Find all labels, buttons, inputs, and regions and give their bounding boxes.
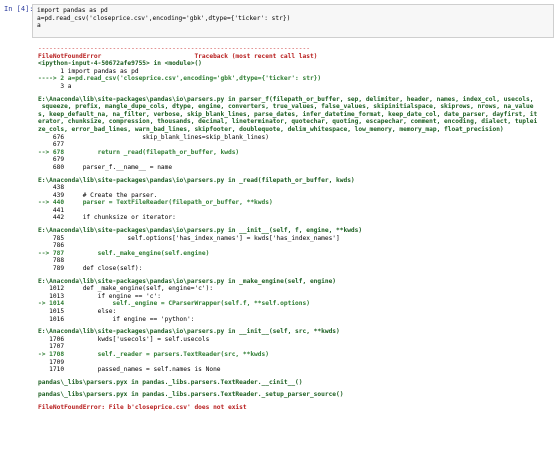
code-line: import pandas as pd (37, 7, 108, 14)
traceback-line: ----> 2 a=pd.read_csv('closeprice.csv',e… (38, 75, 322, 83)
traceback-line: FileNotFoundError: File b'closeprice.csv… (38, 403, 247, 411)
cell-output-traceback: ----------------------------------------… (38, 45, 554, 412)
traceback-line: 786 (38, 242, 65, 250)
traceback-line: 1 import pandas as pd (38, 67, 139, 75)
traceback-line: <ipython-input-4-50672afe9755> in <modul… (38, 60, 202, 68)
traceback-line: pandas\_libs\parsers.pyx in pandas._libs… (38, 378, 303, 386)
traceback-line: 1706 kwds['usecols'] = self.usecols (38, 335, 210, 343)
traceback-line: 1709 (38, 358, 65, 366)
traceback-line: E:\Anaconda\lib\site-packages\pandas\io\… (38, 227, 363, 235)
traceback-line: 442 if chunksize or iterator: (38, 214, 176, 222)
traceback-line: -> 1014 self._engine = CParserWrapper(se… (38, 300, 310, 308)
code-line: a=pd.read_csv('closeprice.csv',encoding=… (37, 14, 291, 22)
code-cell-input[interactable]: import pandas as pd a=pd.read_csv('close… (32, 4, 554, 38)
traceback-line: pandas\_libs\parsers.pyx in pandas._libs… (38, 391, 344, 399)
traceback-line: squeeze, prefix, mangle_dupe_cols, dtype… (38, 103, 534, 111)
traceback-line: 1015 else: (38, 308, 117, 315)
traceback-line: s, keep_default_na, na_filter, verbose, … (38, 110, 538, 118)
traceback-line: 1710 passed_names = self.names is None (38, 366, 221, 374)
traceback-line: 441 (38, 206, 65, 214)
traceback-line: E:\Anaconda\lib\site-packages\pandas\io\… (38, 328, 340, 336)
traceback-line: 439 # Create the parser. (38, 191, 158, 199)
traceback-line: E:\Anaconda\lib\site-packages\pandas\io\… (38, 277, 337, 285)
traceback-line: E:\Anaconda\lib\site-packages\pandas\io\… (38, 176, 355, 184)
traceback-line: ze_cols, error_bad_lines, warn_bad_lines… (38, 125, 504, 133)
traceback-line: 1016 if engine == 'python': (38, 315, 195, 323)
traceback-line: erator, chunksize, compression, thousand… (38, 118, 538, 126)
traceback-line: 788 (38, 257, 65, 265)
traceback-line: 1707 (38, 343, 65, 351)
traceback-line: 1013 if engine == 'c': (38, 292, 161, 300)
traceback-line: -> 1708 self._reader = parsers.TextReade… (38, 350, 269, 358)
traceback-line: ----------------------------------------… (38, 45, 310, 52)
traceback-line: E:\Anaconda\lib\site-packages\pandas\io\… (38, 95, 534, 103)
traceback-line: 1012 def _make_engine(self, engine='c'): (38, 285, 214, 293)
traceback-line: 3 a (38, 82, 72, 90)
traceback-line: FileNotFoundError Traceback (most recent… (38, 52, 318, 60)
traceback-line: --> 787 self._make_engine(self.engine) (38, 249, 210, 257)
traceback-line: 677 (38, 141, 65, 149)
traceback-line: 679 (38, 156, 65, 164)
cell-prompt: In [4]: (4, 5, 34, 13)
traceback-line: 676 skip_blank_lines=skip_blank_lines) (38, 133, 269, 141)
traceback-line: --> 678 return _read(filepath_or_buffer,… (38, 148, 240, 156)
code-line: a (37, 22, 41, 30)
traceback-line: 438 (38, 184, 65, 192)
traceback-line: 785 self.options['has_index_names'] = kw… (38, 234, 340, 242)
traceback-line: 789 def close(self): (38, 265, 143, 273)
traceback-line: --> 440 parser = TextFileReader(filepath… (38, 199, 273, 207)
traceback-line: 680 parser_f.__name__ = name (38, 163, 173, 171)
